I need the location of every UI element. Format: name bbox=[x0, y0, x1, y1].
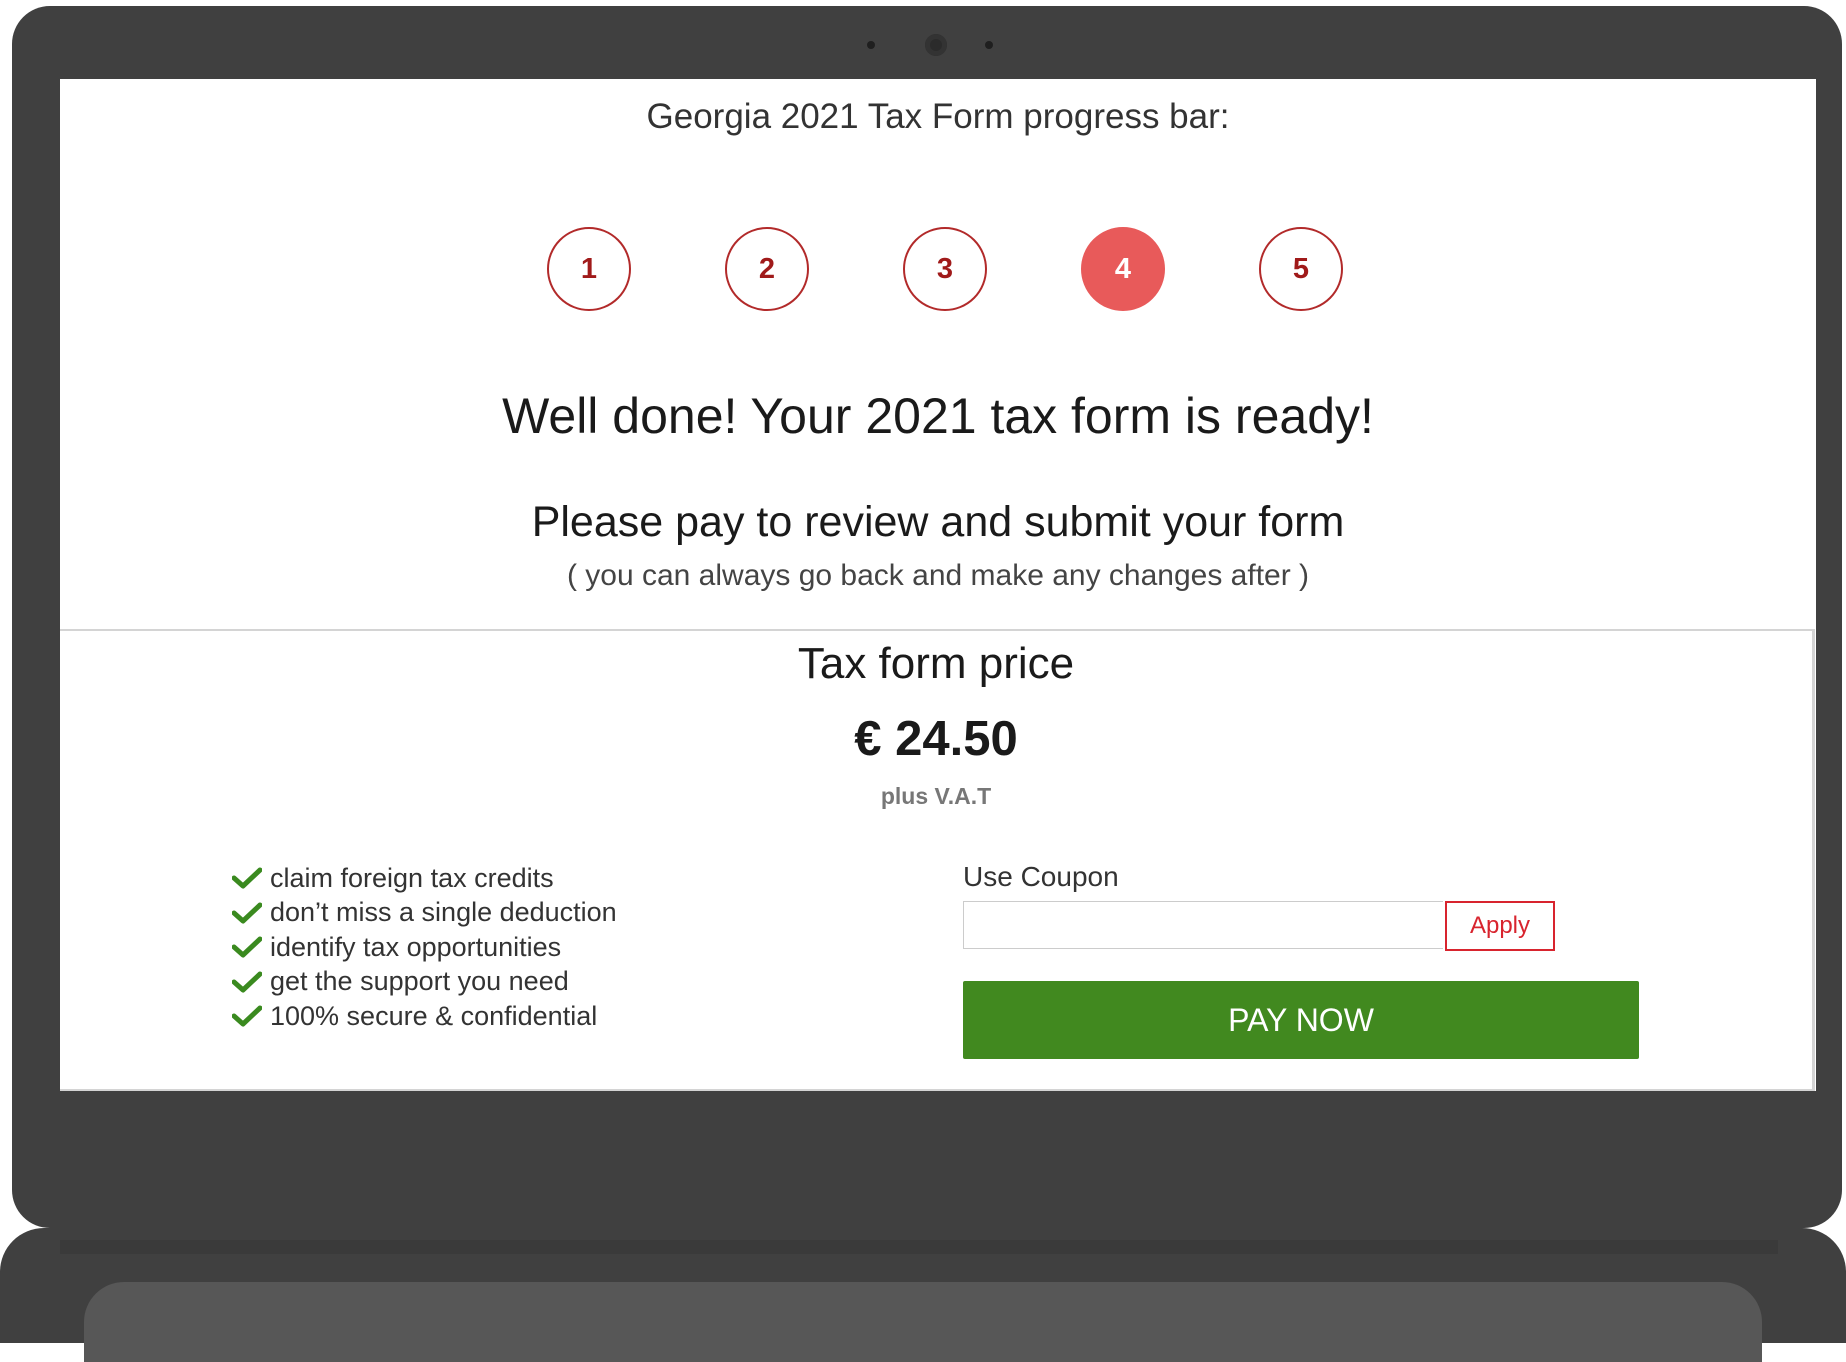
laptop-base bbox=[0, 1228, 1846, 1362]
coupon-input[interactable] bbox=[963, 901, 1443, 949]
progress-step-5: 5 bbox=[1259, 227, 1343, 311]
step-number: 2 bbox=[758, 252, 776, 285]
price-amount: € 24.50 bbox=[854, 712, 1018, 766]
screen: Georgia 2021 Tax Form progress bar: 1 2 … bbox=[60, 79, 1816, 1091]
benefit-item: identify tax opportunities bbox=[232, 930, 617, 965]
progress-step-3: 3 bbox=[903, 227, 987, 311]
step-number: 1 bbox=[580, 252, 598, 285]
step-number: 4 bbox=[1114, 252, 1132, 285]
benefit-item: get the support you need bbox=[232, 965, 617, 1000]
checkmark-icon bbox=[232, 902, 262, 924]
benefits-list: claim foreign tax credits don’t miss a s… bbox=[232, 861, 617, 1034]
camera-indicator-right bbox=[985, 41, 993, 49]
benefit-text: identify tax opportunities bbox=[270, 931, 562, 962]
progress-steps: 1 2 3 4 5 bbox=[547, 227, 1347, 311]
pay-instruction: Please pay to review and submit your for… bbox=[531, 498, 1345, 546]
apply-coupon-button[interactable]: Apply bbox=[1445, 901, 1555, 951]
success-headline: Well done! Your 2021 tax form is ready! bbox=[502, 388, 1374, 444]
step-number: 5 bbox=[1292, 252, 1310, 285]
price-title: Tax form price bbox=[797, 639, 1075, 688]
benefit-text: 100% secure & confidential bbox=[270, 1000, 598, 1031]
benefit-item: don’t miss a single deduction bbox=[232, 896, 617, 931]
laptop-lid: Georgia 2021 Tax Form progress bar: 1 2 … bbox=[12, 6, 1842, 1228]
progress-step-4-current: 4 bbox=[1081, 227, 1165, 311]
camera-indicator-left bbox=[867, 41, 875, 49]
coupon-label: Use Coupon bbox=[963, 861, 1119, 892]
checkmark-icon bbox=[232, 936, 262, 958]
step-number: 3 bbox=[936, 252, 954, 285]
progress-step-1: 1 bbox=[547, 227, 631, 311]
pay-now-button[interactable]: PAY NOW bbox=[963, 981, 1639, 1059]
benefit-text: claim foreign tax credits bbox=[270, 862, 554, 893]
laptop-hinge bbox=[60, 1240, 1778, 1254]
benefit-text: get the support you need bbox=[270, 966, 569, 997]
price-panel: Tax form price € 24.50 plus V.A.T claim … bbox=[60, 629, 1815, 1091]
benefit-item: claim foreign tax credits bbox=[232, 861, 617, 896]
progress-title: Georgia 2021 Tax Form progress bar: bbox=[646, 97, 1230, 136]
changes-note: ( you can always go back and make any ch… bbox=[566, 559, 1310, 592]
progress-step-2: 2 bbox=[725, 227, 809, 311]
checkmark-icon bbox=[232, 867, 262, 889]
benefit-item: 100% secure & confidential bbox=[232, 999, 617, 1034]
benefit-text: don’t miss a single deduction bbox=[270, 897, 617, 928]
checkmark-icon bbox=[232, 1005, 262, 1027]
vat-note: plus V.A.T bbox=[880, 783, 992, 809]
webcam-icon bbox=[925, 34, 947, 56]
checkmark-icon bbox=[232, 971, 262, 993]
laptop-keyboard-deck bbox=[84, 1282, 1762, 1362]
